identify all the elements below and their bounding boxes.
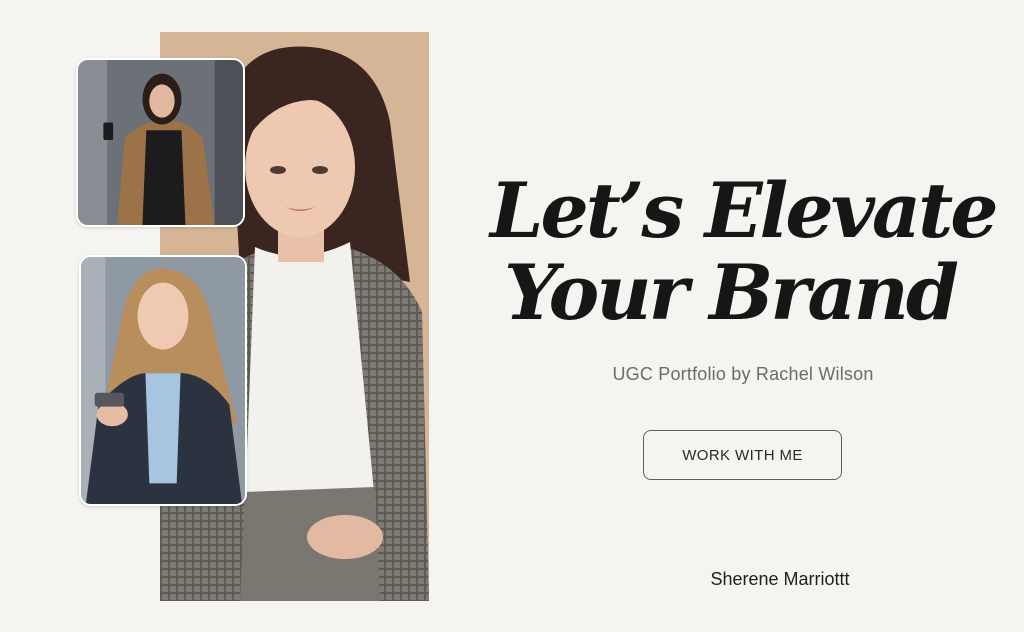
subtitle: UGC Portfolio by Rachel Wilson bbox=[612, 364, 874, 384]
portfolio-slide: Let’s Elevate Your Brand UGC Portfolio b… bbox=[0, 0, 1024, 632]
headline-line-2: Your Brand bbox=[503, 248, 959, 337]
headline-line-1: Let’s Elevate bbox=[490, 166, 999, 255]
headline: Let’s Elevate Your Brand bbox=[490, 166, 999, 337]
author-name: Sherene Marriottt bbox=[710, 569, 850, 589]
inset-2-illustration bbox=[81, 257, 245, 504]
inset-photo-camel-coat bbox=[76, 58, 245, 227]
work-with-me-button[interactable]: WORK WITH ME bbox=[643, 430, 842, 480]
inset-photo-navy-blazer bbox=[79, 255, 247, 506]
inset-1-illustration bbox=[78, 60, 243, 225]
